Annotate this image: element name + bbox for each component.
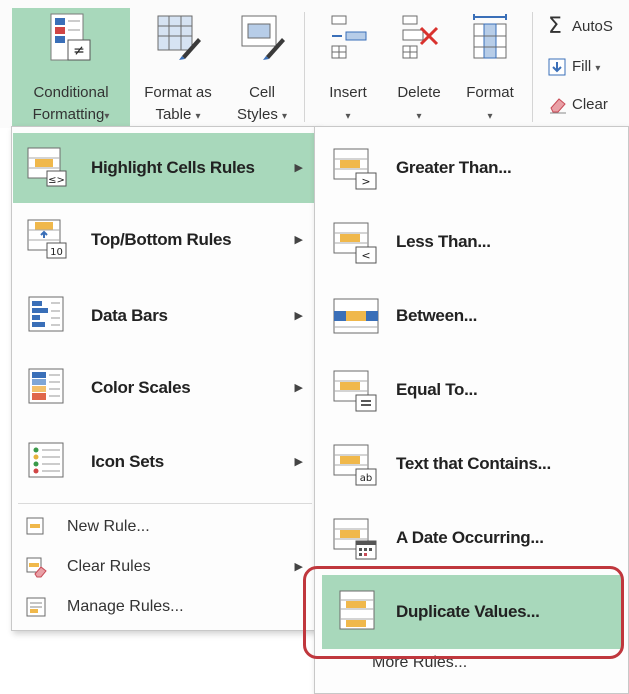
color-scales-icon <box>28 368 64 404</box>
svg-text:≠: ≠ <box>73 43 85 59</box>
chevron-down-icon: ▾ <box>282 111 288 122</box>
chevron-down-icon: ▾ <box>595 63 601 74</box>
delete-cells-icon <box>402 15 439 59</box>
chevron-right-icon: ▶ <box>294 382 303 394</box>
menu-item-label: New Rule... <box>67 518 150 535</box>
submenu-item-label: Greater Than... <box>396 158 512 177</box>
clear-button[interactable]: Clear <box>548 96 608 114</box>
new-rule-icon <box>26 517 44 535</box>
submenu-item-less-than[interactable]: < Less Than... <box>316 207 627 277</box>
chevron-down-icon: ▾ <box>487 111 493 122</box>
top-bottom-icon: 10 <box>27 219 67 259</box>
submenu-item-date-occurring[interactable]: A Date Occurring... <box>316 503 627 573</box>
format-as-table-line2: Table <box>155 106 192 123</box>
manage-rules-icon <box>26 597 46 617</box>
menu-item-label: Clear Rules <box>67 558 151 575</box>
insert-cells-icon <box>331 15 367 59</box>
less-than-icon: < <box>333 222 377 264</box>
menu-item-label: Top/Bottom Rules <box>91 230 232 249</box>
data-bars-icon <box>28 296 64 332</box>
menu-item-manage-rules[interactable]: Manage Rules... <box>13 587 317 627</box>
svg-text:>: > <box>361 175 370 188</box>
menu-item-icon-sets[interactable]: Icon Sets ▶ <box>13 427 317 497</box>
conditional-formatting-line2: Formatting <box>32 106 105 123</box>
menu-divider <box>18 503 312 504</box>
clear-label: Clear <box>572 96 608 113</box>
cell-styles-button[interactable]: Cell Styles ▾ <box>226 8 298 128</box>
conditional-formatting-icon: ≠ <box>50 13 91 61</box>
ribbon: ≠ Conditional Formatting▾ Format as Table … <box>0 0 629 128</box>
menu-item-label: Color Scales <box>91 378 191 397</box>
cell-styles-icon <box>241 15 285 60</box>
chevron-down-icon: ▾ <box>345 111 351 122</box>
submenu-item-text-that-contains[interactable]: ab Text that Contains... <box>316 429 627 499</box>
menu-item-top-bottom-rules[interactable]: 10 Top/Bottom Rules ▶ <box>13 205 317 275</box>
cell-styles-line1: Cell <box>249 84 275 101</box>
icon-sets-icon <box>28 442 64 478</box>
chevron-down-icon: ▾ <box>104 111 110 122</box>
fill-button[interactable]: Fill ▾ <box>548 58 600 76</box>
ribbon-separator <box>304 12 305 122</box>
highlight-cells-icon: ≤> <box>27 147 67 187</box>
delete-button[interactable]: Delete ▾ <box>386 8 452 128</box>
autosum-label: AutoS <box>572 18 613 35</box>
cell-styles-line2: Styles <box>236 106 278 123</box>
menu-item-label: Manage Rules... <box>67 598 184 615</box>
svg-text:ab: ab <box>360 473 372 484</box>
menu-item-data-bars[interactable]: Data Bars ▶ <box>13 281 317 351</box>
submenu-item-label: Text that Contains... <box>396 454 551 473</box>
menu-item-highlight-cells-rules[interactable]: ≤> Highlight Cells Rules ▶ <box>13 133 317 203</box>
insert-button[interactable]: Insert ▾ <box>318 8 378 128</box>
submenu-item-between[interactable]: Between... <box>316 281 627 351</box>
fill-label: Fill <box>572 58 592 75</box>
format-button[interactable]: Format ▾ <box>456 8 524 128</box>
chevron-right-icon: ▶ <box>294 310 303 322</box>
menu-item-new-rule[interactable]: New Rule... <box>13 507 317 547</box>
equal-to-icon <box>333 370 377 412</box>
submenu-item-label: A Date Occurring... <box>396 528 544 547</box>
menu-item-label: Highlight Cells Rules <box>91 158 255 177</box>
between-icon <box>333 298 379 334</box>
svg-text:≤>: ≤> <box>48 175 65 186</box>
chevron-down-icon: ▾ <box>195 111 201 122</box>
chevron-down-icon: ▾ <box>416 111 422 122</box>
chevron-right-icon: ▶ <box>294 456 303 468</box>
chevron-right-icon: ▶ <box>294 561 303 573</box>
autosum-button[interactable]: Σ AutoS <box>548 14 613 40</box>
conditional-formatting-menu: ≤> Highlight Cells Rules ▶ 10 Top/Bottom… <box>11 126 319 631</box>
format-label: Format <box>466 84 514 101</box>
conditional-formatting-button[interactable]: ≠ Conditional Formatting▾ <box>12 8 130 128</box>
menu-item-clear-rules[interactable]: Clear Rules ▶ <box>13 547 317 587</box>
insert-label: Insert <box>329 84 367 101</box>
conditional-formatting-line1: Conditional <box>33 84 109 101</box>
format-as-table-button[interactable]: Format as Table ▾ <box>132 8 224 128</box>
format-cells-icon <box>473 14 507 59</box>
format-as-table-icon <box>157 15 201 60</box>
menu-item-color-scales[interactable]: Color Scales ▶ <box>13 353 317 423</box>
greater-than-icon: > <box>333 148 377 190</box>
menu-item-label: Icon Sets <box>91 452 164 471</box>
submenu-item-label: Equal To... <box>396 380 478 399</box>
submenu-item-equal-to[interactable]: Equal To... <box>316 355 627 425</box>
submenu-item-label: Less Than... <box>396 232 491 251</box>
ribbon-separator <box>532 12 533 122</box>
date-occurring-icon <box>333 518 377 560</box>
sigma-icon: Σ <box>548 14 562 40</box>
svg-text:10: 10 <box>50 247 63 258</box>
clear-rules-icon <box>26 557 47 578</box>
fill-down-icon <box>548 58 566 76</box>
eraser-icon <box>550 98 566 114</box>
svg-text:<: < <box>361 249 370 262</box>
menu-item-label: Data Bars <box>91 306 168 325</box>
chevron-right-icon: ▶ <box>294 234 303 246</box>
text-contains-icon: ab <box>333 444 377 486</box>
format-as-table-line1: Format as <box>144 84 212 101</box>
delete-label: Delete <box>397 84 441 101</box>
chevron-right-icon: ▶ <box>294 162 303 174</box>
submenu-item-greater-than[interactable]: > Greater Than... <box>316 133 627 203</box>
submenu-item-label: Between... <box>396 306 478 325</box>
highlight-annotation-ring <box>303 566 624 659</box>
